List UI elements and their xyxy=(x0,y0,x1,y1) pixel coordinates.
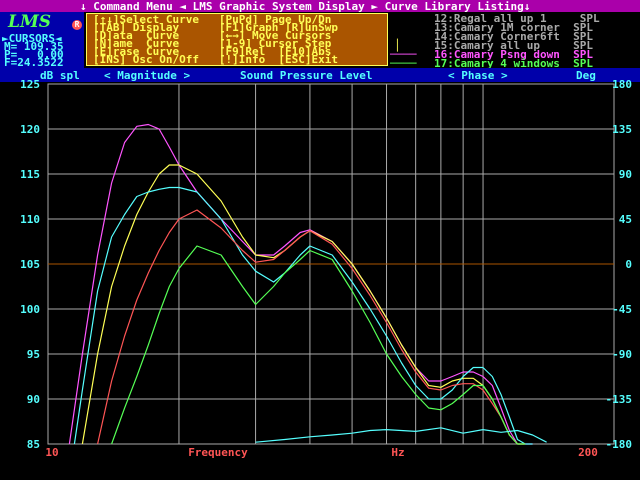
y2-tick-label: 135 xyxy=(612,123,632,136)
x-tick-label: 200 xyxy=(578,446,598,459)
y2-tick-label: -90 xyxy=(612,348,632,361)
y-tick-label: 85 xyxy=(27,438,40,451)
y2-tick-label: -135 xyxy=(606,393,633,406)
y-tick-label: 120 xyxy=(20,123,40,136)
y-tick-label: 115 xyxy=(20,168,40,181)
x-axis-ticks: 10 200 Frequency Hz xyxy=(45,446,598,459)
y2-tick-label: 45 xyxy=(619,213,632,226)
y-tick-label: 95 xyxy=(27,348,40,361)
y-tick-label: 125 xyxy=(20,78,40,91)
y-tick-label: 90 xyxy=(27,393,40,406)
y-tick-label: 110 xyxy=(20,213,40,226)
x-axis-label: Frequency xyxy=(188,446,248,459)
y2-tick-label: -45 xyxy=(612,303,632,316)
y2-tick-label: 180 xyxy=(612,78,632,91)
x-tick-label: 10 xyxy=(45,446,58,459)
y2-tick-label: -180 xyxy=(606,438,633,451)
spl-chart: 85 90 95 100 105 110 115 120 125 180 135 90 45 0 -45 -… xyxy=(20,78,633,459)
y2-tick-label: 90 xyxy=(619,168,632,181)
x-axis-unit: Hz xyxy=(391,446,404,459)
y2-tick-label: 0 xyxy=(625,258,632,271)
y-tick-label: 105 xyxy=(20,258,40,271)
y-axis-ticks: 85 90 95 100 105 110 115 120 125 xyxy=(20,78,40,451)
y-tick-label: 100 xyxy=(20,303,40,316)
